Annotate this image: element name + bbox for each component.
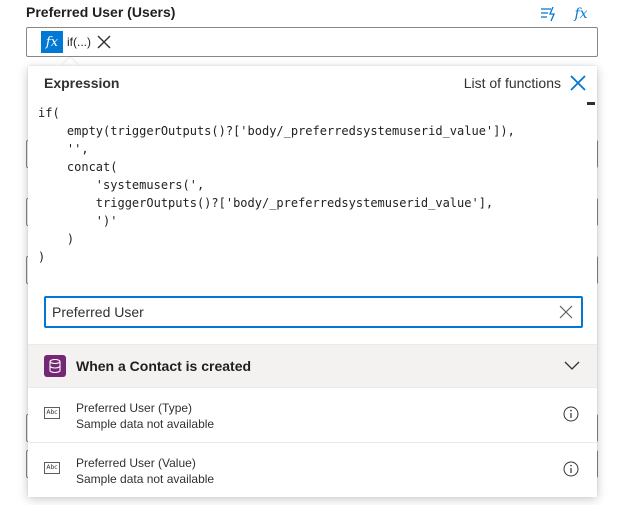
item-name: Preferred User (Type) (76, 401, 193, 415)
info-icon[interactable] (563, 406, 579, 422)
fx-icon[interactable]: fx (570, 4, 592, 24)
abc-icon: Abc (44, 407, 60, 419)
expression-token[interactable]: fx if(...) (41, 31, 113, 53)
panel-header: Expression List of functions (28, 66, 597, 102)
dynamic-content-item[interactable]: Abc Preferred User (Value) Sample data n… (28, 443, 597, 497)
token-label: if(...) (67, 35, 91, 49)
trigger-group-header[interactable]: When a Contact is created (28, 344, 597, 388)
expression-token-field[interactable]: fx if(...) (26, 27, 598, 57)
abc-icon: Abc (44, 462, 60, 474)
item-sample-note: Sample data not available (76, 472, 215, 486)
search-input[interactable] (52, 303, 542, 321)
insert-token-icon[interactable] (538, 4, 560, 24)
dynamic-content-item[interactable]: Abc Preferred User (Type) Sample data no… (28, 388, 597, 443)
field-title: Preferred User (Users) (26, 4, 176, 20)
expression-panel: Expression List of functions if( empty(t… (28, 66, 597, 497)
group-title: When a Contact is created (76, 358, 252, 374)
chevron-down-icon[interactable] (563, 357, 581, 375)
close-icon[interactable] (567, 72, 589, 94)
dynamic-content-search[interactable] (44, 296, 583, 328)
editor-scrollbar[interactable] (585, 102, 595, 312)
expression-editor[interactable]: if( empty(triggerOutputs()?['body/_prefe… (28, 102, 595, 312)
item-name: Preferred User (Value) (76, 456, 196, 470)
dataverse-icon (44, 355, 66, 377)
expression-code[interactable]: if( empty(triggerOutputs()?['body/_prefe… (38, 104, 515, 266)
info-icon[interactable] (563, 461, 579, 477)
scrollbar-thumb[interactable] (587, 102, 595, 105)
close-icon[interactable] (95, 33, 113, 51)
tab-expression[interactable]: Expression (44, 75, 119, 91)
clear-icon[interactable] (557, 303, 575, 321)
item-sample-note: Sample data not available (76, 417, 215, 431)
fx-icon: fx (41, 31, 63, 53)
tab-list-of-functions[interactable]: List of functions (464, 75, 561, 91)
